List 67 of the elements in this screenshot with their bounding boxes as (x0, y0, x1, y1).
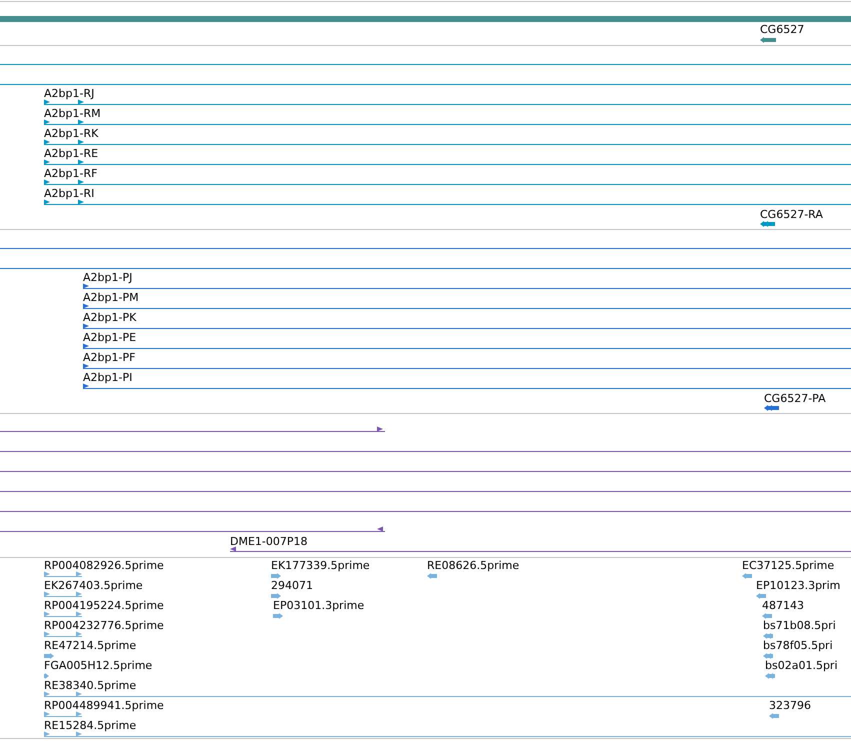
feature-label[interactable]: RE47214.5prime (44, 639, 136, 652)
feature-line[interactable] (82, 344, 851, 349)
feature-label[interactable]: FGA005H12.5prime (44, 659, 152, 672)
feature-label[interactable]: A2bp1-RI (44, 187, 94, 200)
strand-arrow-icon[interactable] (273, 613, 283, 619)
strand-arrow-icon[interactable] (44, 673, 49, 679)
feature-label[interactable]: A2bp1-PF (83, 351, 136, 364)
feature-label[interactable]: A2bp1-PE (83, 331, 136, 344)
feature-line[interactable] (82, 384, 851, 389)
feature-line[interactable] (44, 180, 851, 185)
feature-label[interactable]: A2bp1-RF (44, 167, 98, 180)
strand-arrow-icon[interactable] (760, 221, 775, 227)
feature-label[interactable]: EK267403.5prime (44, 579, 143, 592)
feature-label[interactable]: bs78f05.5pri (763, 639, 833, 652)
feature-label[interactable]: A2bp1-PI (83, 371, 132, 384)
feature-line[interactable] (82, 364, 851, 369)
feature-label[interactable]: A2bp1-RM (44, 107, 101, 120)
strand-arrow-icon[interactable] (764, 405, 779, 411)
strand-arrow-icon[interactable] (44, 653, 54, 659)
feature-label[interactable]: A2bp1-PJ (83, 271, 132, 284)
feature-line[interactable] (44, 120, 851, 125)
feature-label[interactable]: EP10123.3prim (756, 579, 840, 592)
feature-label[interactable]: bs02a01.5pri (765, 659, 838, 672)
feature-label[interactable]: A2bp1-RJ (44, 87, 94, 100)
feature-label[interactable]: RP004489941.5prime (44, 699, 164, 712)
feature-line[interactable] (44, 160, 851, 165)
feature-label[interactable]: A2bp1-PK (83, 311, 136, 324)
strand-arrow-icon[interactable] (756, 593, 766, 599)
feature-label[interactable]: RP004082926.5prime (44, 559, 164, 572)
strand-arrow-icon[interactable] (271, 593, 281, 599)
strand-arrow-icon[interactable] (742, 573, 752, 579)
strand-arrow-icon[interactable] (763, 633, 773, 639)
feature-label[interactable]: RE15284.5prime (44, 719, 136, 732)
feature-line[interactable] (0, 426, 386, 432)
strand-arrow-icon[interactable] (760, 37, 776, 43)
feature-label[interactable]: EC37125.5prime (742, 559, 834, 572)
feature-label[interactable]: bs71b08.5pri (763, 619, 836, 632)
feature-label[interactable]: A2bp1-RK (44, 127, 98, 140)
feature-label[interactable]: RP004232776.5prime (44, 619, 164, 632)
feature-line[interactable] (82, 304, 851, 309)
feature-label[interactable]: RP004195224.5prime (44, 599, 164, 612)
feature-line[interactable] (44, 100, 851, 105)
strand-arrow-icon[interactable] (763, 653, 773, 659)
feature-label[interactable]: 487143 (762, 599, 804, 612)
strand-arrow-icon[interactable] (271, 573, 281, 579)
feature-label[interactable]: RE38340.5prime (44, 679, 136, 692)
strand-arrow-icon[interactable] (427, 573, 437, 579)
strand-arrow-icon[interactable] (769, 713, 779, 719)
feature-label[interactable]: DME1-007P18 (230, 535, 308, 548)
strand-arrow-icon[interactable] (765, 673, 775, 679)
feature-label[interactable]: 323796 (769, 699, 811, 712)
feature-label[interactable]: EP03101.3prime (273, 599, 364, 612)
strand-arrow-icon[interactable] (762, 613, 772, 619)
feature-label[interactable]: RE08626.5prime (427, 559, 520, 572)
feature-label[interactable]: EK177339.5prime (271, 559, 370, 572)
feature-label[interactable]: CG6527-RA (760, 208, 823, 221)
feature-line[interactable] (230, 546, 851, 552)
feature-label[interactable]: A2bp1-PM (83, 291, 139, 304)
feature-label[interactable]: A2bp1-RE (44, 147, 98, 160)
feature-label[interactable]: 294071 (271, 579, 313, 592)
feature-line[interactable] (82, 324, 851, 329)
feature-line[interactable] (44, 140, 851, 145)
feature-line[interactable] (0, 526, 386, 532)
feature-line[interactable] (82, 284, 851, 289)
feature-label[interactable]: CG6527 (760, 23, 804, 36)
feature-line[interactable] (44, 200, 851, 205)
feature-label[interactable]: CG6527-PA (764, 392, 826, 405)
